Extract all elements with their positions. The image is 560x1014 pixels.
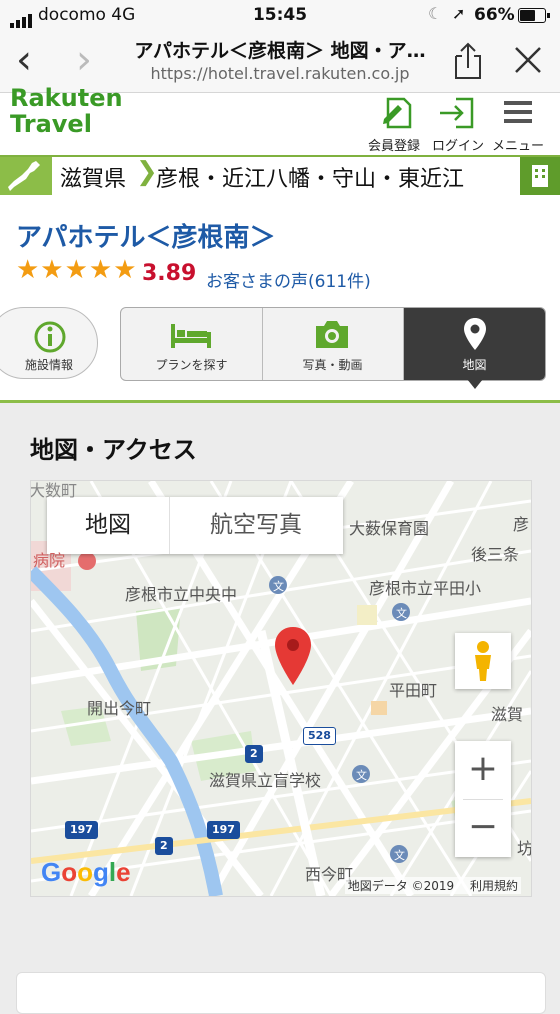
map-label-gojo: 後三条 — [471, 545, 520, 564]
google-logo[interactable]: Google — [41, 857, 131, 888]
map-label-bo: 坊 — [517, 839, 532, 858]
forward-icon[interactable]: › — [76, 38, 92, 82]
zoom-out-button[interactable]: − — [455, 799, 511, 857]
active-tab-pointer — [467, 379, 483, 389]
map-attribution: 地図データ ©2019 利用規約 — [344, 877, 521, 894]
map-label-yabu: 大数町 — [30, 481, 78, 500]
hamburger-icon — [504, 101, 532, 123]
map-label-hirata: 平田町 — [389, 681, 438, 700]
next-section-card — [16, 972, 546, 1014]
breadcrumb-separator: ❯ — [136, 157, 158, 187]
map-type-satellite[interactable]: 航空写真 — [169, 497, 343, 554]
back-icon[interactable]: ‹ — [16, 38, 32, 82]
reviews-link[interactable]: お客さまの声(611件) — [206, 267, 371, 292]
star-rating: ★★★★★ — [16, 255, 138, 285]
breadcrumb-area[interactable]: 彦根・近江八幡・守山・東近江 — [156, 161, 464, 193]
breadcrumb-prefecture[interactable]: 滋賀県 — [60, 161, 126, 193]
map-label-kaide: 開出今町 — [87, 699, 152, 718]
share-icon[interactable] — [452, 42, 484, 80]
route-badge-197b: 197 — [207, 821, 240, 839]
page-title: アパホテル＜彦根南＞ 地図・ア… — [134, 40, 426, 62]
register-icon — [383, 97, 412, 129]
breadcrumb: 滋賀県 ❯ 彦根・近江八幡・守山・東近江 — [0, 155, 560, 197]
site-header: Rakuten Travel 会員登録 ログイン メニュー — [0, 85, 560, 155]
hotel-header: アパホテル＜彦根南＞ ★★★★★ 3.89 お客さまの声(611件) 施設情報 … — [0, 195, 560, 403]
section-title: 地図・アクセス — [30, 436, 197, 464]
map-label-shiga: 滋賀 — [491, 705, 524, 724]
info-icon — [34, 321, 66, 353]
hotel-name: アパホテル＜彦根南＞ — [16, 223, 276, 253]
svg-text:文: 文 — [394, 848, 405, 862]
close-icon[interactable] — [514, 46, 542, 74]
status-bar: docomo 4G 15:45 ☾ ➚ 66% — [0, 0, 560, 30]
rakuten-travel-logo[interactable]: Rakuten Travel — [10, 85, 123, 137]
tab-map[interactable]: 地図 — [404, 308, 545, 380]
url-field[interactable]: https://hotel.travel.rakuten.co.jp — [105, 64, 455, 83]
pegman-icon — [475, 641, 491, 681]
bed-icon — [171, 324, 211, 348]
japan-map-icon[interactable] — [0, 157, 52, 195]
map-pin-icon — [464, 318, 486, 350]
svg-text:文: 文 — [356, 768, 367, 782]
zoom-in-button[interactable]: + — [455, 741, 511, 799]
rating-score: 3.89 — [142, 261, 197, 286]
street-view-pegman[interactable] — [455, 633, 511, 689]
tab-bar: プランを探す 写真・動画 地図 — [120, 307, 546, 381]
route-badge-197a: 197 — [65, 821, 98, 839]
zoom-control: + − — [455, 741, 511, 857]
building-icon[interactable] — [520, 157, 560, 195]
battery-percent: 66% — [474, 5, 515, 25]
tab-photos[interactable]: 写真・動画 — [262, 308, 404, 380]
route-badge-528: 528 — [303, 727, 336, 745]
moon-icon: ☾ — [428, 4, 443, 23]
battery-icon — [518, 8, 550, 23]
tab-facility-info[interactable]: 施設情報 — [0, 307, 98, 379]
map-label-school-central: 彦根市立中央中 — [125, 585, 238, 604]
svg-text:文: 文 — [396, 606, 407, 620]
register-button[interactable]: 会員登録 — [368, 95, 420, 154]
map-type-control: 地図 航空写真 — [47, 497, 343, 554]
map-label-school-heiden: 彦根市立平田小 — [369, 579, 482, 598]
menu-button[interactable]: メニュー — [492, 95, 544, 154]
login-icon — [440, 97, 474, 129]
camera-icon — [316, 321, 348, 348]
route-badge-2b: 2 — [155, 837, 173, 855]
map-type-map[interactable]: 地図 — [47, 497, 170, 554]
terms-link[interactable]: 利用規約 — [470, 879, 518, 893]
map-label-nursery: 大薮保育園 — [349, 519, 430, 538]
map-label-blind-school: 滋賀県立盲学校 — [209, 771, 322, 790]
route-badge-2: 2 — [245, 745, 263, 763]
map-label-hospital: 病院 — [33, 551, 66, 570]
svg-text:文: 文 — [273, 579, 284, 593]
tab-plans[interactable]: プランを探す — [121, 308, 263, 380]
login-button[interactable]: ログイン — [432, 95, 484, 154]
location-icon: ➚ — [452, 4, 466, 23]
google-map[interactable]: 文 文 文 文 地図 航空写真 大数町 大薮保育園 彦 病院 後三条 彦根市立中… — [30, 480, 532, 897]
map-label-hiko: 彦 — [513, 515, 530, 534]
